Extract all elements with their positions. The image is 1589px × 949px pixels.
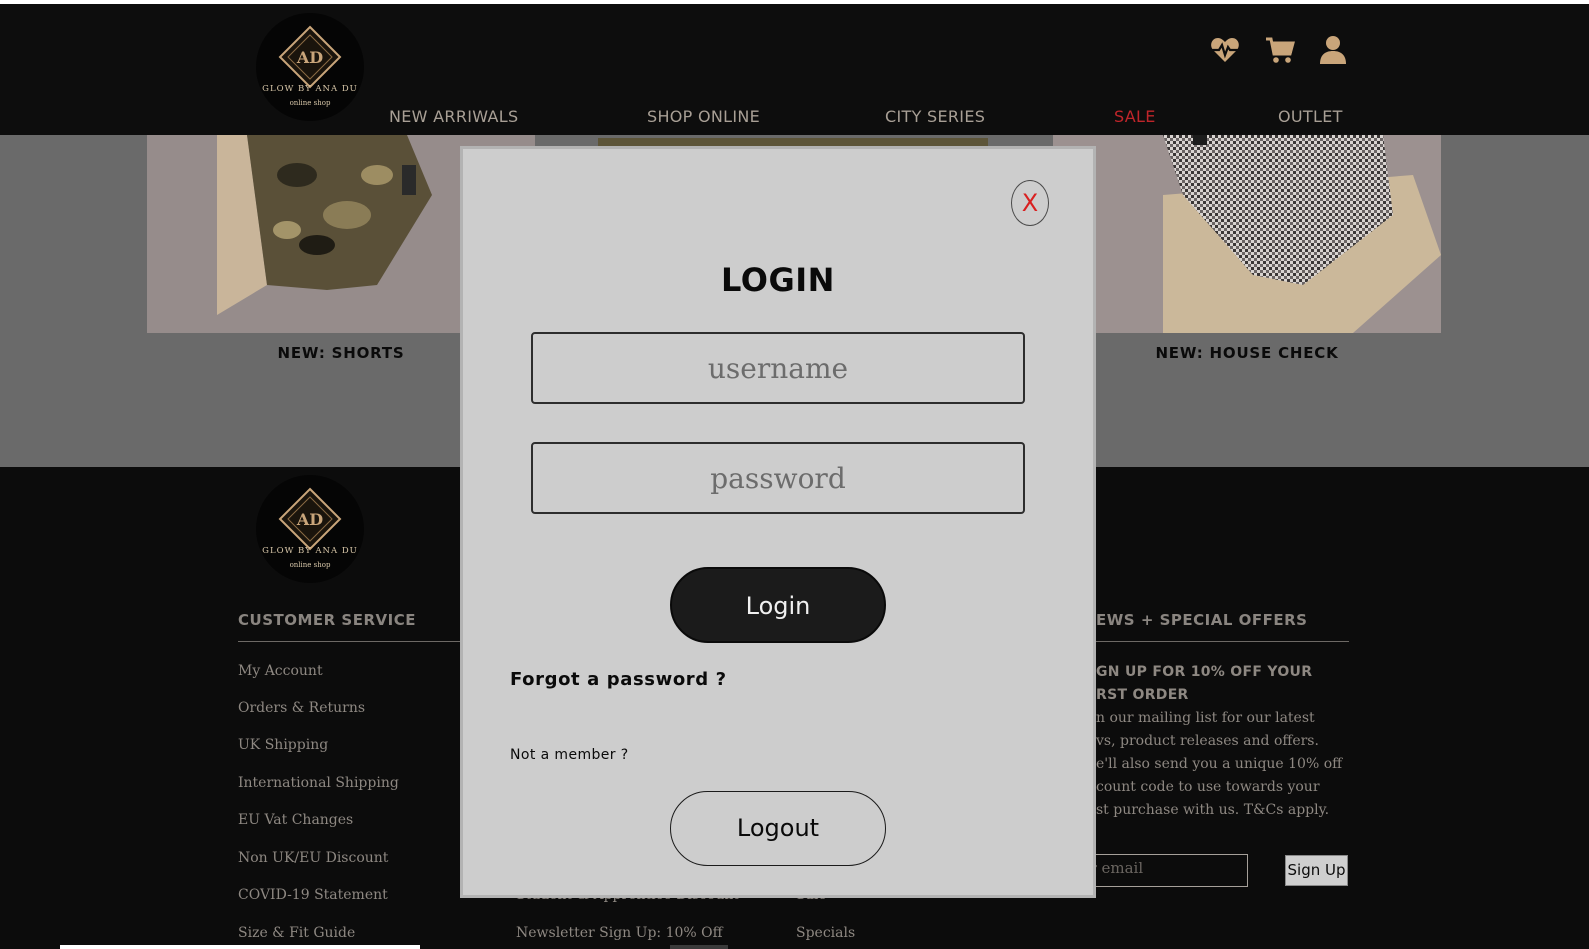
footer-link-specials[interactable]: Specials <box>796 925 855 941</box>
bottom-scroll-thumb[interactable] <box>670 945 728 949</box>
logo-text: GLOW BY ANA DU <box>262 546 358 556</box>
forgot-password-link[interactable]: Forgot a password ? <box>510 669 727 690</box>
logo-subtext: online shop <box>289 561 331 569</box>
logo-subtext: online shop <box>289 99 331 107</box>
svg-text:AD: AD <box>296 510 323 529</box>
footer-divider <box>238 641 460 642</box>
bottom-scroll-strip <box>60 945 420 949</box>
newsletter-signup-button[interactable]: Sign Up <box>1285 855 1348 886</box>
password-input[interactable]: password <box>531 442 1025 514</box>
not-member-link[interactable]: Not a member ? <box>510 747 629 763</box>
newsletter-title: GN UP FOR 10% OFF YOUR RST ORDER <box>1096 664 1313 703</box>
heartbeat-icon[interactable] <box>1209 34 1241 66</box>
footer-heading-customer-service: CUSTOMER SERVICE <box>238 611 416 629</box>
nav-sale[interactable]: SALE <box>1114 107 1156 126</box>
newsletter-description: n our mailing list for our latest vs, pr… <box>1096 710 1343 818</box>
close-icon[interactable]: X <box>1011 180 1049 226</box>
product-label-house-check[interactable]: NEW: HOUSE CHECK <box>1053 344 1441 362</box>
brand-logo[interactable]: AD GLOW BY ANA DU online shop <box>256 13 364 121</box>
login-button[interactable]: Login <box>670 567 886 643</box>
footer-link-international-shipping[interactable]: International Shipping <box>238 775 399 791</box>
svg-text:AD: AD <box>296 48 323 67</box>
logo-text: GLOW BY ANA DU <box>262 84 358 94</box>
cart-icon[interactable] <box>1264 34 1296 66</box>
footer-link-uk-shipping[interactable]: UK Shipping <box>238 737 328 753</box>
nav-shop-online[interactable]: SHOP ONLINE <box>647 107 760 126</box>
user-icon[interactable] <box>1317 34 1349 66</box>
footer-brand-logo[interactable]: AD GLOW BY ANA DU online shop <box>256 475 364 583</box>
nav-city-series[interactable]: CITY SERIES <box>885 107 985 126</box>
nav-outlet[interactable]: OUTLET <box>1278 107 1343 126</box>
footer-divider-newsletter <box>1096 641 1349 642</box>
footer-link-size-guide[interactable]: Size & Fit Guide <box>238 925 355 941</box>
footer-link-newsletter-signup[interactable]: Newsletter Sign Up: 10% Off <box>516 925 723 941</box>
login-modal: X LOGIN username password Login Forgot a… <box>460 146 1096 898</box>
footer-link-orders-returns[interactable]: Orders & Returns <box>238 700 365 716</box>
logout-button[interactable]: Logout <box>670 791 886 866</box>
footer-link-my-account[interactable]: My Account <box>238 663 323 679</box>
username-input[interactable]: username <box>531 332 1025 404</box>
login-title: LOGIN <box>721 261 835 299</box>
footer-link-eu-vat[interactable]: EU Vat Changes <box>238 812 353 828</box>
footer-link-covid-statement[interactable]: COVID-19 Statement <box>238 887 388 903</box>
footer-heading-newsletter: EWS + SPECIAL OFFERS <box>1096 611 1308 629</box>
footer-link-non-uk-eu-discount[interactable]: Non UK/EU Discount <box>238 850 388 866</box>
site-header: AD GLOW BY ANA DU online shop NEW ARRIWA… <box>0 4 1589 135</box>
product-image-house-check[interactable] <box>1053 135 1441 333</box>
nav-new-arrivals[interactable]: NEW ARRIWALS <box>389 107 518 126</box>
